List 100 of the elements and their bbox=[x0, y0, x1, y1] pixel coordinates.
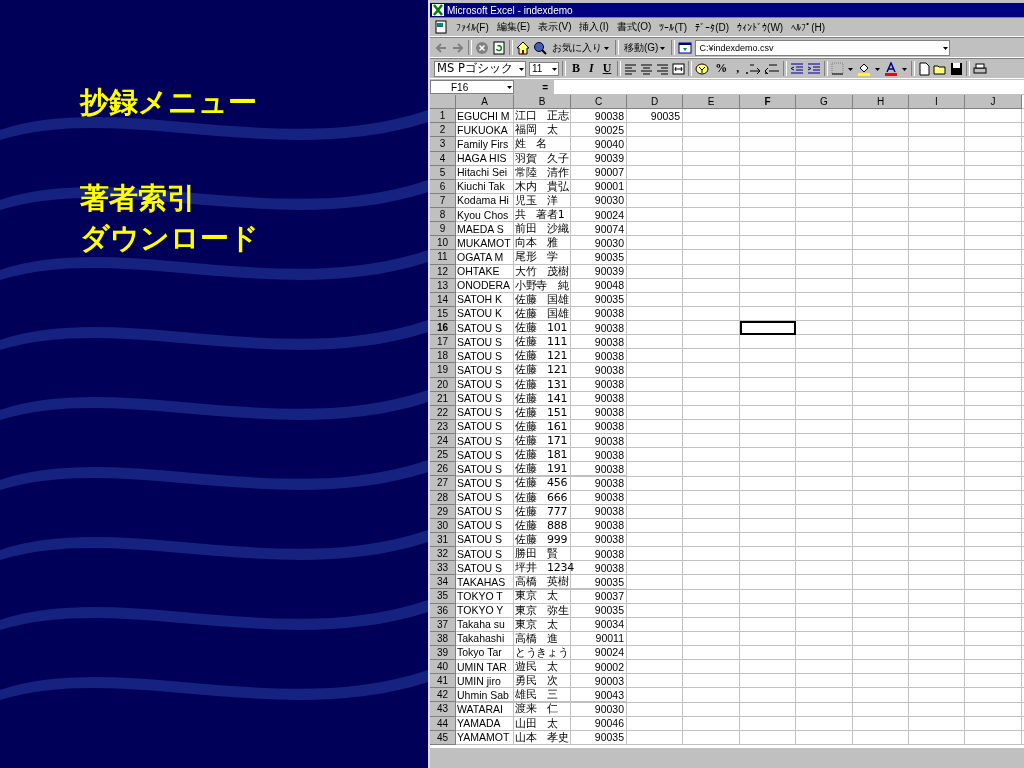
row-header[interactable]: 33 bbox=[430, 561, 456, 576]
table-cell: SATOU S bbox=[456, 335, 514, 350]
table-cell: 向本 雅 bbox=[514, 236, 571, 251]
table-cell: 90003 bbox=[571, 674, 627, 689]
search-icon[interactable] bbox=[533, 40, 547, 55]
table-cell: 遊民 太 bbox=[514, 660, 571, 675]
column-header[interactable]: D bbox=[627, 95, 683, 110]
column-header[interactable]: I bbox=[909, 95, 965, 110]
percent-button[interactable]: % bbox=[712, 61, 731, 76]
row-header[interactable]: 43 bbox=[430, 702, 456, 717]
column-header[interactable]: C bbox=[571, 95, 627, 110]
print-icon[interactable] bbox=[973, 61, 988, 76]
table-cell: 佐藤 777 bbox=[514, 504, 571, 519]
table-cell: 90034 bbox=[571, 617, 627, 632]
column-header[interactable]: E bbox=[683, 95, 740, 110]
row-header[interactable]: 11 bbox=[430, 250, 456, 265]
table-cell: 木内 貴弘 bbox=[514, 179, 571, 194]
font-size-dropdown[interactable]: 11 bbox=[529, 61, 559, 76]
font-style-button[interactable]: I bbox=[586, 61, 597, 76]
menu-item[interactable]: 挿入(I) bbox=[579, 20, 609, 34]
table-cell: 前田 沙織 bbox=[514, 222, 571, 237]
row-header[interactable]: 41 bbox=[430, 674, 456, 689]
increase-decimal-icon[interactable] bbox=[745, 61, 762, 76]
column-header[interactable]: A bbox=[456, 95, 514, 110]
merge-center-icon[interactable] bbox=[672, 61, 686, 76]
row-header[interactable]: 10 bbox=[430, 236, 456, 251]
row-header[interactable]: 32 bbox=[430, 547, 456, 562]
row-header[interactable]: 42 bbox=[430, 688, 456, 703]
new-file-icon[interactable] bbox=[918, 61, 931, 76]
table-cell: 90030 bbox=[571, 236, 627, 251]
table-cell: 東京 弥生 bbox=[514, 603, 571, 618]
row-header[interactable]: 35 bbox=[430, 589, 456, 604]
row-header[interactable]: 1 bbox=[430, 109, 456, 124]
table-cell: 90038 bbox=[571, 532, 627, 547]
name-box[interactable]: F16 bbox=[430, 80, 514, 94]
column-header[interactable]: F bbox=[740, 95, 796, 110]
go-button[interactable]: 移動(G) bbox=[622, 40, 669, 55]
align-icon[interactable] bbox=[624, 61, 638, 76]
row-header[interactable]: 25 bbox=[430, 448, 456, 463]
increase-indent-icon[interactable] bbox=[807, 61, 822, 76]
row-header[interactable]: 2 bbox=[430, 123, 456, 138]
formula-field[interactable] bbox=[554, 80, 1024, 94]
row-header[interactable]: 26 bbox=[430, 462, 456, 477]
table-cell: 90038 bbox=[571, 377, 627, 392]
menu-item[interactable]: ﾂｰﾙ(T) bbox=[659, 21, 688, 33]
stop-icon[interactable] bbox=[475, 40, 489, 55]
table-cell: 佐藤 181 bbox=[514, 448, 571, 463]
column-header[interactable]: G bbox=[796, 95, 853, 110]
column-header[interactable]: H bbox=[853, 95, 909, 110]
row-header[interactable]: 3 bbox=[430, 137, 456, 152]
row-header[interactable]: 17 bbox=[430, 335, 456, 350]
active-cell[interactable] bbox=[740, 321, 796, 336]
table-cell: 90043 bbox=[571, 688, 627, 703]
save-icon[interactable] bbox=[950, 61, 964, 76]
home-icon[interactable] bbox=[516, 40, 530, 55]
menu-item[interactable]: 表示(V) bbox=[538, 20, 572, 34]
row-header[interactable]: 16 bbox=[430, 321, 456, 336]
menu-item[interactable]: ﾍﾙﾌﾟ(H) bbox=[791, 21, 826, 33]
row-header[interactable]: 19 bbox=[430, 363, 456, 378]
decrease-indent-icon[interactable] bbox=[790, 61, 805, 76]
window-icon[interactable] bbox=[678, 40, 693, 55]
menu-item[interactable]: ﾃﾞｰﾀ(D) bbox=[695, 21, 730, 33]
row-header[interactable]: 9 bbox=[430, 222, 456, 237]
font-style-button[interactable]: B bbox=[569, 61, 583, 76]
favorites-button[interactable]: お気に入り bbox=[550, 40, 612, 55]
currency-icon[interactable] bbox=[695, 61, 710, 76]
table-cell: 雄民 三 bbox=[514, 688, 571, 703]
font-style-button[interactable]: U bbox=[599, 61, 615, 76]
row-header[interactable]: 18 bbox=[430, 349, 456, 364]
table-cell: TOKYO Y bbox=[456, 603, 514, 618]
table-cell: 90035 bbox=[571, 730, 627, 745]
align-icon[interactable] bbox=[656, 61, 670, 76]
column-header[interactable]: J bbox=[965, 95, 1022, 110]
table-cell: 90038 bbox=[571, 547, 627, 562]
font-dropdown[interactable]: MS Pゴシック bbox=[434, 60, 526, 77]
decrease-decimal-icon[interactable] bbox=[764, 61, 781, 76]
font-color-icon[interactable] bbox=[884, 61, 899, 76]
row-header[interactable]: 40 bbox=[430, 660, 456, 675]
align-icon[interactable] bbox=[640, 61, 654, 76]
table-cell: SATOU S bbox=[456, 518, 514, 533]
refresh-icon[interactable] bbox=[492, 40, 506, 55]
table-cell: 90039 bbox=[571, 151, 627, 166]
table-cell: 児玉 洋 bbox=[514, 193, 571, 208]
borders-icon[interactable] bbox=[831, 61, 845, 76]
menu-item[interactable]: 編集(E) bbox=[496, 20, 531, 34]
document-icon[interactable] bbox=[434, 20, 448, 34]
menu-item[interactable]: ﾌｧｲﾙ(F) bbox=[456, 21, 489, 33]
menu-item[interactable]: 書式(O) bbox=[616, 20, 652, 34]
row-header[interactable]: 34 bbox=[430, 575, 456, 590]
equals-sign[interactable]: = bbox=[514, 81, 554, 93]
fill-color-icon[interactable] bbox=[857, 61, 872, 76]
address-field[interactable]: C:¥indexdemo.csv bbox=[695, 39, 950, 56]
row-header[interactable]: 27 bbox=[430, 476, 456, 491]
row-header[interactable]: 24 bbox=[430, 434, 456, 449]
table-cell: 山本 孝史 bbox=[514, 730, 571, 745]
row-header[interactable]: 8 bbox=[430, 208, 456, 223]
comma-button[interactable]: , bbox=[733, 61, 743, 76]
menu-item[interactable]: ｳｨﾝﾄﾞｳ(W) bbox=[737, 21, 784, 33]
table-cell: 90038 bbox=[571, 518, 627, 533]
column-header[interactable]: B bbox=[514, 95, 571, 110]
